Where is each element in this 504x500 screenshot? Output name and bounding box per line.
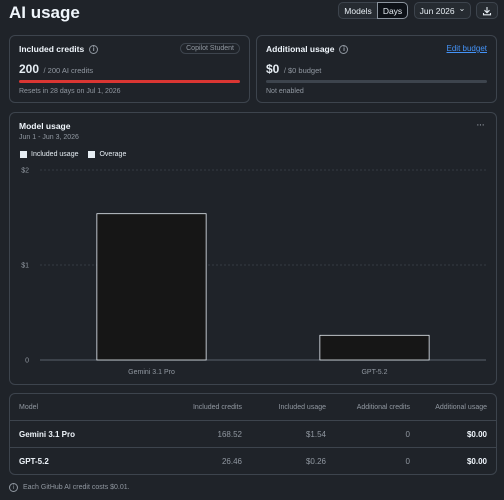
usage-table: Model Included credits Included usage Ad… <box>9 393 497 475</box>
y-tick-label: $1 <box>21 263 29 270</box>
table-row: Gemini 3.1 Pro 168.52 $1.54 0 $0.00 <box>10 420 496 447</box>
footnote-text: Each GitHub AI credit costs $0.01. <box>23 484 130 491</box>
included-credits-progress-fill <box>19 80 240 83</box>
model-name: GPT-5.2 <box>19 457 49 466</box>
additional-usage-progress-track <box>266 80 487 83</box>
included-credits-progress-track <box>19 80 240 83</box>
plan-badge: Copilot Student <box>180 43 240 54</box>
reset-note: Resets in 28 days on Jul 1, 2026 <box>19 88 121 95</box>
included-credits-value: 26.46 <box>221 457 242 466</box>
additional-credits-value: 0 <box>405 430 410 439</box>
additional-usage-amount: $0 <box>266 62 280 76</box>
days-toggle-button[interactable]: Days <box>377 2 408 19</box>
model-usage-card: Model usage Jun 1 - Jun 3, 2026 ··· Incl… <box>9 112 497 385</box>
model-name: Gemini 3.1 Pro <box>19 430 76 439</box>
x-tick-label: Gemini 3.1 Pro <box>128 369 175 376</box>
download-button[interactable] <box>476 2 498 19</box>
column-header-additional-usage: Additional usage <box>435 404 487 411</box>
included-credits-title: Included credits <box>19 44 85 54</box>
included-credits-total: / 200 AI credits <box>43 66 94 75</box>
models-toggle-button[interactable]: Models <box>338 2 378 19</box>
table-row: GPT-5.2 26.46 $0.26 0 $0.00 <box>10 447 496 475</box>
x-tick-label: GPT-5.2 <box>361 369 387 376</box>
included-credits-amount: 200 <box>19 62 40 76</box>
included-usage-value: $1.54 <box>305 430 326 439</box>
included-credits-card: Included credits i Copilot Student 200 /… <box>9 35 250 103</box>
additional-usage-value: $0.00 <box>466 430 487 439</box>
additional-usage-value: $0.00 <box>466 457 487 466</box>
month-select[interactable]: Jun 2026 ⌄ <box>414 2 471 19</box>
additional-credits-value: 0 <box>405 457 410 466</box>
model-usage-chart: 0 $1 $2 Gemini 3.1 Pro GPT-5.2 <box>21 168 486 376</box>
y-tick-label: $2 <box>21 168 29 175</box>
chart-bar <box>96 213 207 361</box>
column-header-additional-credits: Additional credits <box>356 404 410 411</box>
chart-bar <box>319 334 430 361</box>
additional-usage-title: Additional usage <box>266 44 335 54</box>
download-icon <box>482 6 492 15</box>
footnote: i Each GitHub AI credit costs $0.01. <box>9 483 130 492</box>
page-title: AI usage <box>9 3 80 22</box>
column-header-included-usage: Included usage <box>278 404 326 411</box>
chevron-down-icon: ⌄ <box>458 4 466 13</box>
info-icon[interactable]: i <box>89 44 99 54</box>
column-header-included-credits: Included credits <box>192 404 242 411</box>
included-credits-value: 168.52 <box>217 430 242 439</box>
column-header-model: Model <box>19 404 39 411</box>
not-enabled-note: Not enabled <box>266 88 304 95</box>
included-usage-value: $0.26 <box>305 457 326 466</box>
additional-usage-card: Additional usage i Edit budget $0 / $0 b… <box>256 35 497 103</box>
month-select-label: Jun 2026 <box>419 5 455 16</box>
info-icon[interactable]: i <box>339 44 349 54</box>
additional-usage-budget: / $0 budget <box>283 66 322 75</box>
y-tick-label: 0 <box>25 358 29 365</box>
info-icon: i <box>9 483 18 492</box>
edit-budget-link[interactable]: Edit budget <box>447 44 487 53</box>
table-header-row: Model Included credits Included usage Ad… <box>10 394 496 420</box>
